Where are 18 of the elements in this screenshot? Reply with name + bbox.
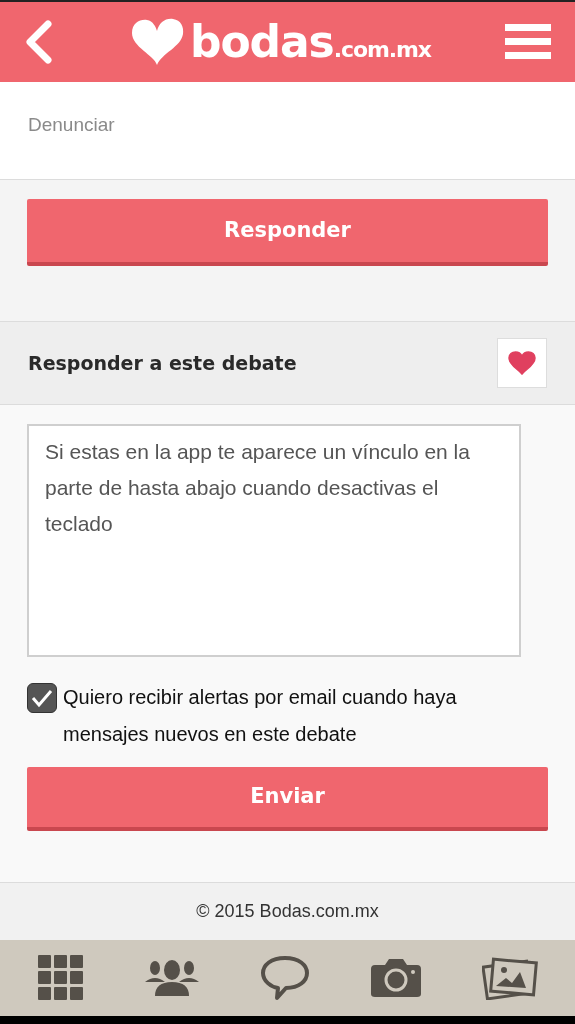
alerts-label: Quiero recibir alertas por email cuando haya mensajes nuevos en este debate — [63, 685, 458, 747]
favorite-button[interactable] — [497, 338, 547, 388]
reply-button[interactable]: Responder — [27, 199, 548, 266]
grid-icon[interactable] — [37, 955, 84, 1001]
copyright-text: © 2015 Bodas.com.mx — [196, 900, 379, 923]
check-icon — [31, 688, 53, 708]
send-button[interactable]: Enviar — [27, 767, 548, 831]
photos-icon[interactable] — [481, 956, 538, 1000]
camera-icon[interactable] — [368, 957, 423, 999]
alerts-checkbox[interactable] — [27, 683, 57, 713]
message-field[interactable]: Si estas en la app te aparece un vínculo en la parte de hasta abajo cuando desactivas el teclado — [27, 424, 521, 657]
logo-text[interactable]: bodas.com.mx — [190, 20, 431, 64]
back-icon[interactable] — [24, 20, 54, 64]
speech-bubble-icon[interactable] — [259, 955, 310, 1001]
heart-icon — [508, 351, 536, 375]
section-title: Responder a este debate — [28, 350, 297, 376]
report-link[interactable]: Denunciar — [28, 111, 115, 140]
menu-icon[interactable] — [505, 24, 551, 60]
